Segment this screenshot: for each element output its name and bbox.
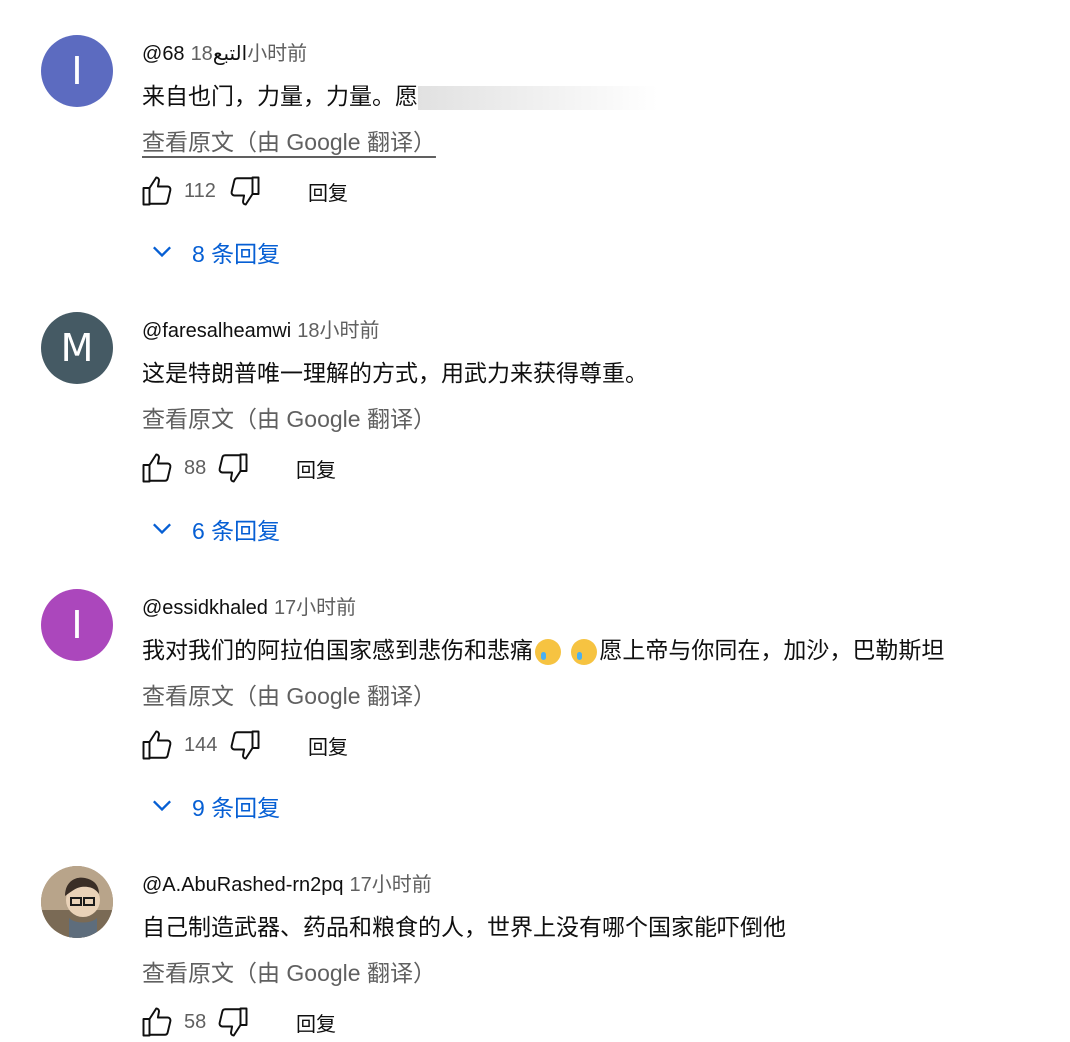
comment-text-start: 我对我们的阿拉伯国家感到悲伤和悲痛 xyxy=(142,637,533,663)
comment-text: 我对我们的阿拉伯国家感到悲伤和悲痛 愿上帝与你同在，加沙，巴勒斯坦 xyxy=(142,631,944,665)
thumbs-down-icon xyxy=(218,453,248,483)
view-replies-button[interactable]: 8 条回复 xyxy=(146,235,280,269)
dislike-button[interactable] xyxy=(214,449,252,487)
comment-header: @A.AbuRashed-rn2pq 17小时前 xyxy=(142,868,432,897)
see-original-link[interactable]: 查看原文（由 Google 翻译） xyxy=(142,123,436,157)
comment-actions: 112 回复 xyxy=(138,171,348,211)
blurred-text-fade xyxy=(418,85,658,110)
reply-count-label: 6 条回复 xyxy=(192,518,281,544)
comment-text: 来自也门，力量，力量。愿 xyxy=(142,77,658,111)
reply-button[interactable]: 回复 xyxy=(296,454,336,483)
thumbs-down-icon xyxy=(230,730,260,760)
comment-text-content: 来自也门，力量，力量。愿 xyxy=(142,83,418,109)
comment-header: @faresalheamwi 18小时前 xyxy=(142,314,380,343)
chevron-down-icon xyxy=(153,800,171,812)
view-replies-button[interactable]: 6 条回复 xyxy=(146,512,280,546)
see-original-link[interactable]: 查看原文（由 Google 翻译） xyxy=(142,677,436,711)
thumbs-up-icon xyxy=(142,453,172,483)
dislike-button[interactable] xyxy=(226,726,264,764)
user-photo-icon xyxy=(41,866,113,938)
timestamp[interactable]: 17小时前 xyxy=(274,597,356,619)
comment-header: @essidkhaled 17小时前 xyxy=(142,591,356,620)
avatar[interactable] xyxy=(41,866,113,938)
chevron-down-icon xyxy=(153,523,171,535)
see-original-link[interactable]: 查看原文（由 Google 翻译） xyxy=(142,400,436,434)
thumbs-up-icon xyxy=(142,1007,172,1037)
comment-text: 这是特朗普唯一理解的方式，用武力来获得尊重。 xyxy=(142,360,648,386)
like-count: 144 xyxy=(184,733,218,756)
like-count: 88 xyxy=(184,456,207,479)
thumbs-up-icon xyxy=(142,176,172,206)
timestamp[interactable]: 17小时前 xyxy=(350,874,432,896)
like-count: 58 xyxy=(184,1010,207,1033)
like-button[interactable] xyxy=(138,449,176,487)
crying-face-emoji-icon xyxy=(535,638,561,665)
comment-header: @التبع6818小时前 xyxy=(142,37,307,66)
see-original-link[interactable]: 查看原文（由 Google 翻译） xyxy=(142,954,436,988)
comment-text: 自己制造武器、药品和粮食的人，世界上没有哪个国家能吓倒他 xyxy=(142,914,786,940)
like-button[interactable] xyxy=(138,172,176,210)
like-button[interactable] xyxy=(138,726,176,764)
like-button[interactable] xyxy=(138,1003,176,1041)
avatar[interactable]: I xyxy=(41,35,113,107)
thumbs-up-icon xyxy=(142,730,172,760)
avatar[interactable]: I xyxy=(41,589,113,661)
comment-actions: 58 回复 xyxy=(138,1002,336,1042)
dislike-button[interactable] xyxy=(226,172,264,210)
timestamp[interactable]: 18小时前 xyxy=(191,43,308,65)
comment-text-end: 愿上帝与你同在，加沙，巴勒斯坦 xyxy=(599,637,945,663)
timestamp[interactable]: 18小时前 xyxy=(297,320,379,342)
thumbs-down-icon xyxy=(230,176,260,206)
reply-button[interactable]: 回复 xyxy=(308,177,348,206)
view-replies-button[interactable]: 9 条回复 xyxy=(146,789,280,823)
avatar-letter: I xyxy=(71,603,83,647)
comment-actions: 144 回复 xyxy=(138,725,348,765)
avatar-letter: I xyxy=(71,49,83,93)
author-name[interactable]: @faresalheamwi xyxy=(142,320,291,342)
thumbs-down-icon xyxy=(218,1007,248,1037)
reply-count-label: 8 条回复 xyxy=(192,241,281,267)
crying-face-emoji-icon xyxy=(571,638,598,665)
avatar[interactable]: M xyxy=(41,312,113,384)
reply-button[interactable]: 回复 xyxy=(296,1008,336,1037)
like-count: 112 xyxy=(184,179,216,202)
comment-actions: 88 回复 xyxy=(138,448,336,488)
reply-button[interactable]: 回复 xyxy=(308,731,348,760)
author-name[interactable]: @essidkhaled xyxy=(142,597,268,619)
chevron-down-icon xyxy=(153,246,171,258)
dislike-button[interactable] xyxy=(214,1003,252,1041)
avatar-letter: M xyxy=(60,326,94,370)
reply-count-label: 9 条回复 xyxy=(192,795,281,821)
author-name[interactable]: @A.AbuRashed-rn2pq xyxy=(142,874,344,896)
